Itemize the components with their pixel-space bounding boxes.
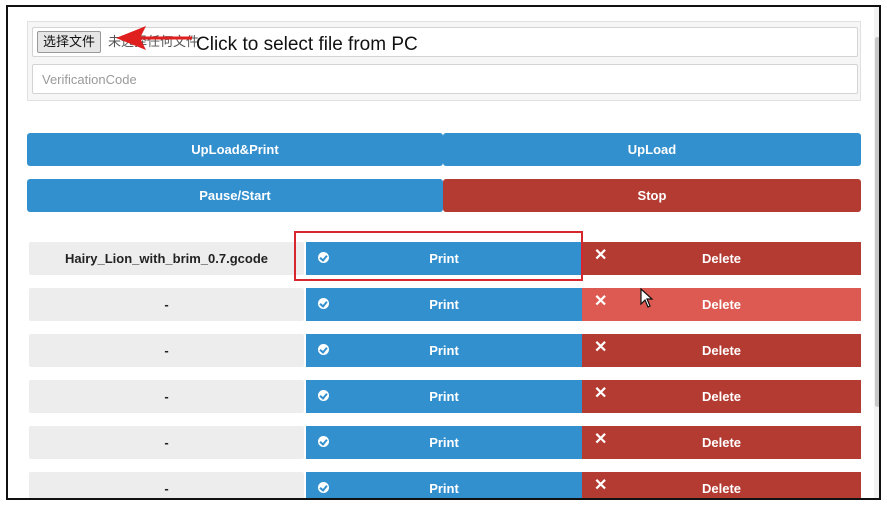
delete-button[interactable]: ✕ Delete (582, 334, 861, 367)
file-name-cell: - (29, 334, 304, 367)
upload-and-print-button[interactable]: UpLoad&Print (27, 133, 443, 166)
file-name-cell: - (29, 288, 304, 321)
print-button-label: Print (429, 435, 459, 450)
print-highlight-outline (294, 231, 583, 281)
delete-button-label: Delete (701, 297, 742, 312)
print-button-label: Print (429, 297, 459, 312)
delete-button-label: Delete (701, 389, 742, 404)
delete-button-label: Delete (701, 343, 742, 358)
red-arrow-icon (116, 26, 192, 50)
delete-button[interactable]: ✕ Delete (582, 242, 861, 275)
mouse-cursor-icon (640, 288, 654, 308)
file-name-cell: - (29, 380, 304, 413)
delete-button-label: Delete (701, 251, 742, 266)
scrollbar-thumb[interactable] (875, 37, 879, 407)
print-button-label: Print (429, 481, 459, 496)
print-button[interactable]: Print (306, 472, 582, 498)
delete-button[interactable]: ✕ Delete (582, 288, 861, 321)
print-button-label: Print (429, 343, 459, 358)
delete-button[interactable]: ✕ Delete (582, 472, 861, 498)
choose-file-button[interactable]: 选择文件 (37, 31, 102, 53)
delete-button-label: Delete (701, 435, 742, 450)
annotation-label: Click to select file from PC (196, 34, 418, 55)
scrollbar[interactable] (874, 7, 879, 498)
print-button[interactable]: Print (306, 380, 582, 413)
browser-viewport: 选择文件 未选择任何文件 Click to select file from P… (6, 5, 881, 500)
delete-button[interactable]: ✕ Delete (582, 426, 861, 459)
print-button[interactable]: Print (306, 426, 582, 459)
print-button[interactable]: Print (306, 288, 582, 321)
upload-button[interactable]: UpLoad (443, 133, 861, 166)
file-name-cell: - (29, 426, 304, 459)
print-button-label: Print (429, 389, 459, 404)
stop-button[interactable]: Stop (443, 179, 861, 212)
file-name-cell: Hairy_Lion_with_brim_0.7.gcode (29, 242, 304, 275)
verification-code-input[interactable] (32, 64, 858, 94)
delete-button[interactable]: ✕ Delete (582, 380, 861, 413)
delete-button-label: Delete (701, 481, 742, 496)
file-name-cell: - (29, 472, 304, 498)
pause-start-button[interactable]: Pause/Start (27, 179, 443, 212)
print-button[interactable]: Print (306, 334, 582, 367)
